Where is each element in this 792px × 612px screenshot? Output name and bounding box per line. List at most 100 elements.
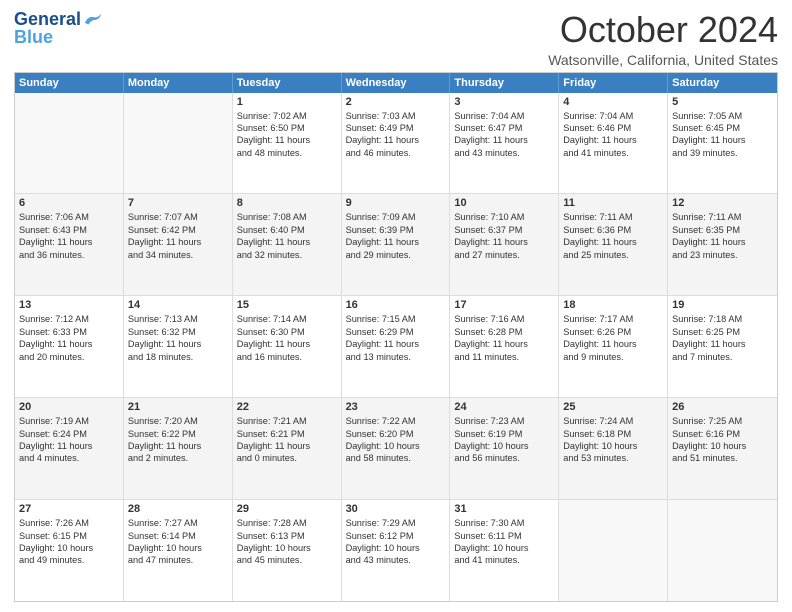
cell-info-line: Sunset: 6:24 PM <box>19 428 119 440</box>
day-number: 12 <box>672 197 773 209</box>
cell-info-line: Sunset: 6:19 PM <box>454 428 554 440</box>
day-number: 10 <box>454 197 554 209</box>
day-number: 30 <box>346 503 446 515</box>
cell-info-line: and 41 minutes. <box>454 554 554 566</box>
cell-info-line: Sunset: 6:47 PM <box>454 122 554 134</box>
cell-info-line: and 27 minutes. <box>454 249 554 261</box>
cell-info-line: Daylight: 11 hours <box>128 236 228 248</box>
cell-info-line: Sunrise: 7:21 AM <box>237 415 337 427</box>
header-day-thursday: Thursday <box>450 73 559 93</box>
logo-bird-icon <box>83 13 105 27</box>
cell-info-line: Sunrise: 7:15 AM <box>346 313 446 325</box>
cell-info-line: Daylight: 10 hours <box>672 440 773 452</box>
calendar-cell: 26Sunrise: 7:25 AMSunset: 6:16 PMDayligh… <box>668 398 777 499</box>
calendar-cell <box>559 500 668 601</box>
cell-info-line: and 11 minutes. <box>454 351 554 363</box>
calendar-cell: 14Sunrise: 7:13 AMSunset: 6:32 PMDayligh… <box>124 296 233 397</box>
cell-info-line: Sunset: 6:39 PM <box>346 224 446 236</box>
header-day-wednesday: Wednesday <box>342 73 451 93</box>
cell-info-line: and 43 minutes. <box>454 147 554 159</box>
cell-info-line: Daylight: 11 hours <box>454 338 554 350</box>
day-number: 25 <box>563 401 663 413</box>
cell-info-line: Sunrise: 7:08 AM <box>237 211 337 223</box>
calendar-cell <box>124 93 233 194</box>
cell-info-line: Daylight: 11 hours <box>672 134 773 146</box>
cell-info-line: Daylight: 11 hours <box>454 134 554 146</box>
cell-info-line: Sunset: 6:16 PM <box>672 428 773 440</box>
cell-info-line: and 9 minutes. <box>563 351 663 363</box>
cell-info-line: Sunset: 6:11 PM <box>454 530 554 542</box>
cell-info-line: Daylight: 11 hours <box>454 236 554 248</box>
cell-info-line: and 58 minutes. <box>346 452 446 464</box>
cell-info-line: Daylight: 11 hours <box>237 338 337 350</box>
calendar-cell: 18Sunrise: 7:17 AMSunset: 6:26 PMDayligh… <box>559 296 668 397</box>
cell-info-line: Daylight: 10 hours <box>454 542 554 554</box>
calendar-cell: 16Sunrise: 7:15 AMSunset: 6:29 PMDayligh… <box>342 296 451 397</box>
cell-info-line: Sunrise: 7:06 AM <box>19 211 119 223</box>
cell-info-line: Sunset: 6:43 PM <box>19 224 119 236</box>
day-number: 6 <box>19 197 119 209</box>
cell-info-line: Sunset: 6:50 PM <box>237 122 337 134</box>
day-number: 22 <box>237 401 337 413</box>
cell-info-line: and 45 minutes. <box>237 554 337 566</box>
cell-info-line: and 41 minutes. <box>563 147 663 159</box>
calendar-cell: 30Sunrise: 7:29 AMSunset: 6:12 PMDayligh… <box>342 500 451 601</box>
cell-info-line: and 56 minutes. <box>454 452 554 464</box>
cell-info-line: Daylight: 11 hours <box>19 440 119 452</box>
cell-info-line: Sunrise: 7:13 AM <box>128 313 228 325</box>
day-number: 16 <box>346 299 446 311</box>
day-number: 23 <box>346 401 446 413</box>
cell-info-line: Sunset: 6:32 PM <box>128 326 228 338</box>
cell-info-line: Sunset: 6:12 PM <box>346 530 446 542</box>
calendar-cell: 21Sunrise: 7:20 AMSunset: 6:22 PMDayligh… <box>124 398 233 499</box>
cell-info-line: Sunrise: 7:14 AM <box>237 313 337 325</box>
cell-info-line: and 16 minutes. <box>237 351 337 363</box>
month-title: October 2024 <box>548 10 778 50</box>
cell-info-line: and 25 minutes. <box>563 249 663 261</box>
cell-info-line: Sunset: 6:18 PM <box>563 428 663 440</box>
day-number: 2 <box>346 96 446 108</box>
cell-info-line: Daylight: 11 hours <box>563 338 663 350</box>
calendar-cell: 27Sunrise: 7:26 AMSunset: 6:15 PMDayligh… <box>15 500 124 601</box>
calendar-cell: 22Sunrise: 7:21 AMSunset: 6:21 PMDayligh… <box>233 398 342 499</box>
cell-info-line: Sunset: 6:35 PM <box>672 224 773 236</box>
cell-info-line: Daylight: 10 hours <box>346 440 446 452</box>
cell-info-line: Daylight: 11 hours <box>346 236 446 248</box>
cell-info-line: Sunset: 6:42 PM <box>128 224 228 236</box>
cell-info-line: Sunset: 6:26 PM <box>563 326 663 338</box>
cell-info-line: Sunrise: 7:24 AM <box>563 415 663 427</box>
day-number: 5 <box>672 96 773 108</box>
calendar-cell: 24Sunrise: 7:23 AMSunset: 6:19 PMDayligh… <box>450 398 559 499</box>
cell-info-line: Sunset: 6:49 PM <box>346 122 446 134</box>
cell-info-line: and 34 minutes. <box>128 249 228 261</box>
calendar-cell: 4Sunrise: 7:04 AMSunset: 6:46 PMDaylight… <box>559 93 668 194</box>
cell-info-line: Sunrise: 7:12 AM <box>19 313 119 325</box>
cell-info-line: Sunrise: 7:28 AM <box>237 517 337 529</box>
day-number: 13 <box>19 299 119 311</box>
calendar-cell: 7Sunrise: 7:07 AMSunset: 6:42 PMDaylight… <box>124 194 233 295</box>
day-number: 18 <box>563 299 663 311</box>
calendar-cell: 10Sunrise: 7:10 AMSunset: 6:37 PMDayligh… <box>450 194 559 295</box>
cell-info-line: Sunset: 6:13 PM <box>237 530 337 542</box>
day-number: 7 <box>128 197 228 209</box>
cell-info-line: and 48 minutes. <box>237 147 337 159</box>
cell-info-line: Sunrise: 7:04 AM <box>454 110 554 122</box>
calendar-row-3: 20Sunrise: 7:19 AMSunset: 6:24 PMDayligh… <box>15 398 777 500</box>
cell-info-line: Sunrise: 7:20 AM <box>128 415 228 427</box>
cell-info-line: Daylight: 10 hours <box>128 542 228 554</box>
day-number: 3 <box>454 96 554 108</box>
cell-info-line: and 13 minutes. <box>346 351 446 363</box>
cell-info-line: and 2 minutes. <box>128 452 228 464</box>
cell-info-line: Sunset: 6:45 PM <box>672 122 773 134</box>
calendar-row-2: 13Sunrise: 7:12 AMSunset: 6:33 PMDayligh… <box>15 296 777 398</box>
cell-info-line: Daylight: 11 hours <box>19 338 119 350</box>
cell-info-line: and 36 minutes. <box>19 249 119 261</box>
calendar-row-4: 27Sunrise: 7:26 AMSunset: 6:15 PMDayligh… <box>15 500 777 601</box>
cell-info-line: Daylight: 11 hours <box>346 338 446 350</box>
cell-info-line: Sunrise: 7:19 AM <box>19 415 119 427</box>
cell-info-line: Sunrise: 7:23 AM <box>454 415 554 427</box>
cell-info-line: Sunrise: 7:29 AM <box>346 517 446 529</box>
cell-info-line: Sunrise: 7:26 AM <box>19 517 119 529</box>
cell-info-line: Daylight: 10 hours <box>563 440 663 452</box>
cell-info-line: and 53 minutes. <box>563 452 663 464</box>
